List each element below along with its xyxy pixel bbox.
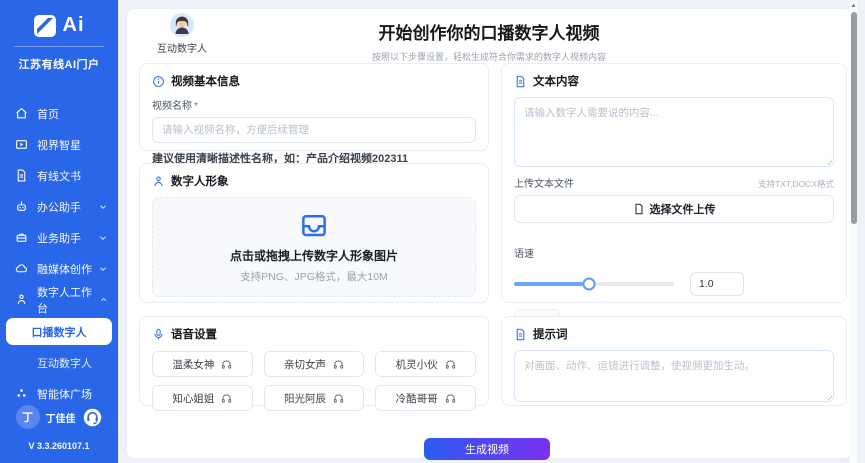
speed-slider[interactable] bbox=[514, 282, 674, 286]
video-name-label: 视频名称* bbox=[152, 97, 476, 112]
headphones-icon bbox=[445, 359, 456, 370]
voice-option-button[interactable]: 知心姐姐 bbox=[152, 385, 253, 411]
sidebar-item-label: 融媒体创作 bbox=[37, 261, 92, 277]
sidebar-item-office-assistant[interactable]: 办公助手 bbox=[0, 191, 118, 222]
voice-grid: 温柔女神 亲切女声 机灵小伙 知心姐姐 阳光阿辰 冷酷哥哥 bbox=[152, 351, 476, 411]
logo-mark-icon bbox=[34, 15, 56, 37]
voice-option-button[interactable]: 亲切女声 bbox=[264, 351, 365, 377]
section-digital-human-image: 数字人形象 点击或拖拽上传数字人形象图片 支持PNG、JPG格式，最大10M bbox=[139, 163, 489, 303]
generate-video-button[interactable]: 生成视频 bbox=[424, 438, 550, 460]
header-avatar-label: 互动数字人 bbox=[152, 40, 212, 55]
script-textarea[interactable] bbox=[514, 97, 834, 167]
video-name-input[interactable] bbox=[152, 117, 476, 143]
agents-icon bbox=[15, 387, 28, 400]
voice-option-button[interactable]: 冷酷哥哥 bbox=[375, 385, 476, 411]
video-icon bbox=[15, 138, 28, 151]
headphones-icon bbox=[445, 393, 456, 404]
logo: Ai bbox=[0, 0, 118, 37]
sidebar-item-label: 智能体广场 bbox=[37, 386, 92, 402]
page-subtitle: 按照以下步骤设置，轻松生成符合你需求的数字人视频内容 bbox=[127, 50, 851, 63]
sidebar-item-home[interactable]: 首页 bbox=[0, 98, 118, 129]
required-mark: * bbox=[194, 101, 198, 112]
prompt-textarea[interactable] bbox=[514, 350, 834, 402]
user-avatar[interactable]: 丁 bbox=[16, 405, 40, 429]
digital-human-avatar bbox=[170, 13, 194, 37]
sidebar-item-media-creation[interactable]: 融媒体创作 bbox=[0, 253, 118, 284]
chevron-up-icon bbox=[99, 295, 108, 305]
briefcase-icon bbox=[15, 231, 28, 244]
page-title: 开始创作你的口播数字人视频 bbox=[127, 19, 851, 44]
content-panel: 互动数字人 开始创作你的口播数字人视频 按照以下步骤设置，轻松生成符合你需求的数… bbox=[126, 8, 852, 459]
choose-file-button[interactable]: 选择文件上传 bbox=[514, 195, 834, 223]
chevron-down-icon bbox=[98, 202, 108, 212]
robot-icon bbox=[15, 200, 28, 213]
sidebar-item-business-assistant[interactable]: 业务助手 bbox=[0, 222, 118, 253]
voice-option-button[interactable]: 温柔女神 bbox=[152, 351, 253, 377]
slider-thumb[interactable] bbox=[583, 278, 596, 291]
scrollbar: ▲ bbox=[850, 0, 857, 463]
upload-file-label: 上传文本文件 bbox=[514, 175, 574, 190]
headphones-icon bbox=[221, 359, 232, 370]
sidebar: Ai 江苏有线AI门户 首页 视界智星 有线文书 bbox=[0, 0, 118, 463]
sidebar-subitem-broadcast-digital-human-active[interactable]: 口播数字人 bbox=[6, 318, 112, 345]
headphones-icon bbox=[221, 393, 232, 404]
portal-name: 江苏有线AI门户 bbox=[0, 56, 118, 72]
sidebar-item-digital-human-workbench[interactable]: 数字人工作台 bbox=[0, 284, 118, 315]
sidebar-item-vision-star[interactable]: 视界智星 bbox=[0, 129, 118, 160]
main-area: 互动数字人 开始创作你的口播数字人视频 按照以下步骤设置，轻松生成符合你需求的数… bbox=[118, 0, 865, 463]
person-icon bbox=[15, 293, 28, 306]
sidebar-item-label: 业务助手 bbox=[37, 230, 81, 246]
section-video-basic-info: 视频基本信息 视频名称* 建议使用清晰描述性名称，如：产品介绍视频202311 bbox=[139, 63, 489, 151]
user-name: 丁佳佳 bbox=[46, 410, 76, 425]
image-upload-dropzone[interactable]: 点击或拖拽上传数字人形象图片 支持PNG、JPG格式，最大10M bbox=[152, 197, 476, 297]
section-title: 数字人形象 bbox=[171, 173, 229, 189]
info-icon bbox=[152, 75, 165, 88]
speed-label: 语速 bbox=[514, 245, 834, 260]
section-voice-settings: 语音设置 温柔女神 亲切女声 机灵小伙 知心姐姐 阳光阿辰 冷酷哥哥 bbox=[139, 316, 489, 406]
upload-formats-label: 支持TXT,DOCX格式 bbox=[758, 178, 834, 190]
inbox-upload-icon bbox=[299, 210, 329, 240]
logo-text: Ai bbox=[63, 14, 85, 37]
sidebar-item-label: 视界智星 bbox=[37, 137, 81, 153]
sidebar-item-label: 办公助手 bbox=[37, 199, 81, 215]
sidebar-item-docs[interactable]: 有线文书 bbox=[0, 160, 118, 191]
header-avatar-block[interactable]: 互动数字人 bbox=[152, 13, 212, 55]
scrollbar-thumb[interactable] bbox=[851, 12, 857, 224]
cloud-icon bbox=[15, 262, 28, 275]
app-window: Ai 江苏有线AI门户 首页 视界智星 有线文书 bbox=[0, 0, 865, 463]
section-title: 提示词 bbox=[533, 326, 568, 342]
sidebar-item-label: 首页 bbox=[37, 106, 59, 122]
user-row: 丁 丁佳佳 bbox=[0, 405, 118, 429]
speed-value-input[interactable] bbox=[690, 272, 744, 296]
logo-divider bbox=[14, 46, 104, 47]
version-label: V 3.3.260107.1 bbox=[0, 441, 118, 451]
sidebar-nav: 首页 视界智星 有线文书 办公助手 bbox=[0, 98, 118, 409]
headphones-icon bbox=[333, 359, 344, 370]
document-icon bbox=[15, 169, 28, 182]
home-icon bbox=[15, 107, 28, 120]
section-prompt-words: 提示词 bbox=[501, 316, 847, 406]
upload-hint-text: 支持PNG、JPG格式，最大10M bbox=[240, 269, 388, 284]
support-headset-icon[interactable] bbox=[82, 407, 103, 428]
chevron-down-icon bbox=[98, 264, 108, 274]
sidebar-item-label: 数字人工作台 bbox=[37, 284, 99, 316]
voice-option-button[interactable]: 机灵小伙 bbox=[375, 351, 476, 377]
person-icon bbox=[152, 175, 165, 188]
headphones-icon bbox=[333, 393, 344, 404]
upload-main-text: 点击或拖拽上传数字人形象图片 bbox=[230, 247, 398, 264]
section-title: 视频基本信息 bbox=[171, 73, 240, 89]
microphone-icon bbox=[152, 328, 165, 341]
section-title: 语音设置 bbox=[171, 326, 217, 342]
sidebar-item-label: 有线文书 bbox=[37, 168, 81, 184]
scrollbar-up-arrow-icon[interactable]: ▲ bbox=[850, 3, 857, 9]
file-icon bbox=[633, 203, 645, 215]
document-icon bbox=[514, 328, 527, 341]
sidebar-subitem-interactive-digital-human[interactable]: 互动数字人 bbox=[0, 348, 118, 378]
voice-option-button[interactable]: 阳光阿辰 bbox=[264, 385, 365, 411]
section-text-content: 文本内容 上传文本文件 支持TXT,DOCX格式 选择文件上传 bbox=[501, 63, 847, 303]
document-icon bbox=[514, 75, 527, 88]
slider-fill bbox=[514, 282, 589, 286]
chevron-down-icon bbox=[98, 233, 108, 243]
section-title: 文本内容 bbox=[533, 73, 579, 89]
